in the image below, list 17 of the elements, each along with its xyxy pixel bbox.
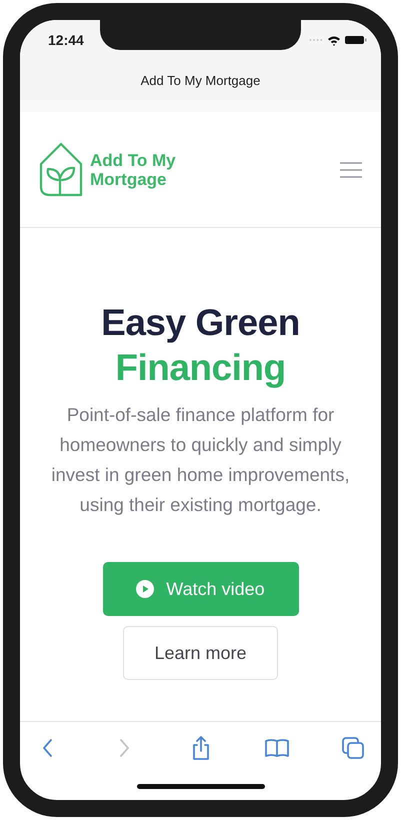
page-title: Add To My Mortgage [140,72,260,88]
tabs-icon[interactable] [341,736,365,760]
signal-icon [309,38,323,42]
watch-video-button[interactable]: Watch video [102,562,298,616]
learn-more-button[interactable]: Learn more [123,626,278,680]
logo-text[interactable]: Add To My [90,150,176,170]
battery-icon [345,35,367,45]
book-icon[interactable] [264,736,289,760]
hero-title: Easy Green [101,301,300,345]
status-time: 12:44 [48,32,84,48]
hero-description: Point-of-sale finance platform for homeowners to quickly and simply invest in green home improvements, using their existing mortgage. [50,403,350,517]
wifi-icon [327,34,341,46]
play-icon [136,580,154,598]
logo-text[interactable]: Mortgage [90,170,176,188]
house-leaf-icon [38,142,84,198]
menu-icon[interactable] [340,162,362,178]
hero-title-highlight: Financing [115,346,286,390]
